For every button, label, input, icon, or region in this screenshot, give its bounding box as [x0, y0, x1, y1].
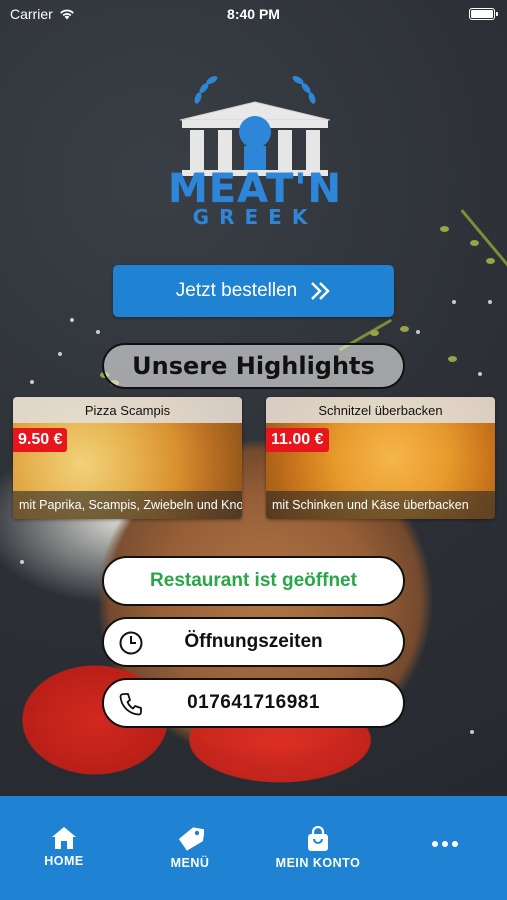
- order-now-label: Jetzt bestellen: [175, 280, 298, 301]
- highlight-price: 9.50 €: [13, 428, 68, 452]
- open-status-label: Restaurant ist geöffnet: [150, 570, 357, 591]
- phone-button[interactable]: 017641716981: [102, 678, 405, 728]
- opening-hours-button[interactable]: Öffnungszeiten: [102, 617, 405, 667]
- tab-account[interactable]: MEIN KONTO: [266, 826, 370, 870]
- tab-account-label: MEIN KONTO: [275, 856, 361, 870]
- status-bar: Carrier 8:40 PM: [0, 0, 507, 28]
- more-icon: [432, 841, 458, 847]
- highlights-title: Unsere Highlights: [102, 343, 405, 389]
- logo-text-greek: GREEK: [192, 205, 318, 229]
- double-chevron-right-icon: [311, 282, 331, 300]
- phone-icon: [119, 693, 142, 716]
- highlight-name: Schnitzel überbacken: [266, 397, 495, 423]
- clock-icon: [119, 631, 143, 655]
- highlight-description: mit Schinken und Käse überbacken: [266, 491, 495, 519]
- restaurant-logo: MEAT'N GREEK: [160, 70, 350, 230]
- temple-icon: [179, 76, 331, 176]
- tab-more[interactable]: [428, 840, 462, 852]
- open-status-button[interactable]: Restaurant ist geöffnet: [102, 556, 405, 606]
- highlight-card-schnitzel[interactable]: Schnitzel überbacken 11.00 € mit Schinke…: [266, 397, 495, 519]
- tab-bar: HOME MENÜ MEIN KONTO: [0, 796, 507, 900]
- tab-home[interactable]: HOME: [36, 826, 92, 868]
- order-now-button[interactable]: Jetzt bestellen: [113, 265, 394, 317]
- clock: 8:40 PM: [227, 6, 280, 22]
- highlight-price: 11.00 €: [266, 428, 329, 452]
- battery-icon: [469, 8, 498, 20]
- shopping-bag-icon: [308, 826, 328, 851]
- highlight-card-pizza[interactable]: Pizza Scampis 9.50 € mit Paprika, Scampi…: [13, 397, 242, 519]
- tab-home-label: HOME: [44, 854, 84, 868]
- tab-menu-label: MENÜ: [170, 856, 210, 870]
- phone-number: 017641716981: [187, 692, 320, 713]
- tag-icon: [178, 827, 204, 851]
- highlight-description: mit Paprika, Scampis, Zwiebeln und Kno..…: [13, 491, 242, 519]
- opening-hours-label: Öffnungszeiten: [184, 631, 323, 652]
- highlight-name: Pizza Scampis: [13, 397, 242, 423]
- tab-menu[interactable]: MENÜ: [162, 826, 218, 870]
- home-icon: [52, 827, 76, 849]
